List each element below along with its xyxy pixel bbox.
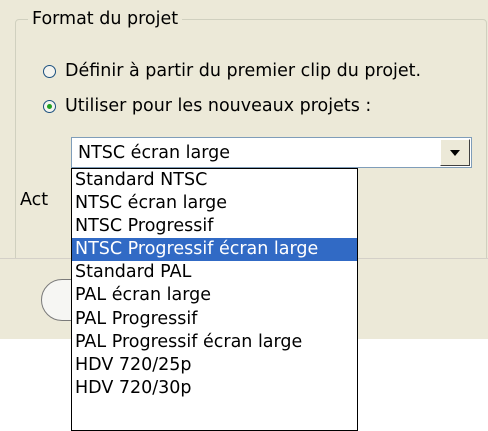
dropdown-item[interactable]: HDV 720/30p [72,377,357,400]
dropdown-item[interactable]: NTSC écran large [72,192,357,215]
dropdown-button[interactable] [440,139,470,166]
format-dropdown-list[interactable]: Standard NTSC NTSC écran large NTSC Prog… [71,168,358,431]
dropdown-item[interactable]: Standard NTSC [72,169,357,192]
dropdown-item[interactable]: PAL Progressif [72,308,357,331]
dropdown-item[interactable]: Standard PAL [72,261,357,284]
radio-option-first-clip[interactable]: Définir à partir du premier clip du proj… [43,60,421,82]
chevron-down-icon [450,149,460,156]
format-combobox-value: NTSC écran large [78,143,230,163]
dropdown-item[interactable]: NTSC Progressif [72,215,357,238]
dropdown-item[interactable]: HDV 720/25p [72,354,357,377]
radio-label-first-clip: Définir à partir du premier clip du proj… [65,61,422,81]
radio-button-checked[interactable] [43,99,56,113]
radio-label-new-projects: Utiliser pour les nouveaux projets : [65,96,372,116]
partial-label: Act [20,190,49,210]
dropdown-item-highlighted[interactable]: NTSC Progressif écran large [72,238,357,262]
dropdown-item[interactable]: PAL Progressif écran large [72,331,357,354]
dropdown-item[interactable]: PAL écran large [72,284,357,307]
group-title: Format du projet [28,8,183,30]
format-combobox[interactable]: NTSC écran large [71,137,472,168]
radio-button-unchecked[interactable] [43,64,56,78]
radio-option-new-projects[interactable]: Utiliser pour les nouveaux projets : [43,95,371,117]
